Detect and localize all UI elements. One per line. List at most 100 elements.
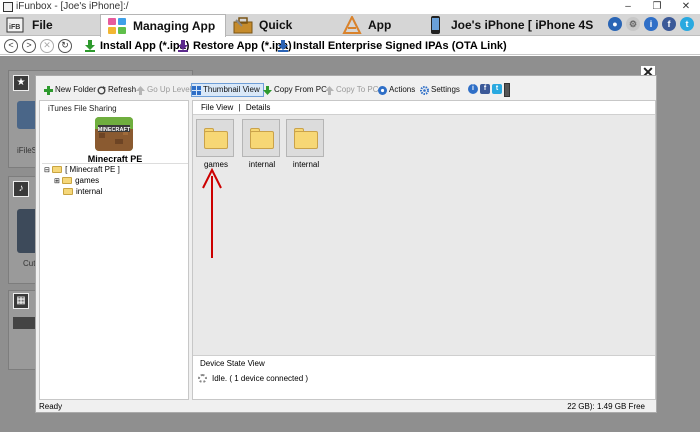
folder-tree: ⊟ [ Minecraft PE ] ⊞ games internal: [42, 163, 188, 197]
main-tab-bar: iFB File Browser Managing App Data Quick…: [0, 14, 700, 55]
tab-quick-toolbox[interactable]: Quick Toolbox: [227, 14, 335, 54]
folder-icon: [242, 119, 280, 157]
star-icon: ★: [13, 75, 29, 91]
actions-button[interactable]: Actions: [378, 84, 415, 96]
go-up-level-button[interactable]: Go Up Level: [136, 84, 191, 96]
thumbnail-grid: games internal internal: [193, 115, 655, 355]
dialog-toolbar: New Folder Refresh Go Up Level Thumbnail…: [36, 81, 656, 99]
tab-app-store[interactable]: App Store: [336, 14, 418, 54]
tab-file-browser[interactable]: iFB File Browser: [0, 14, 100, 54]
iphone-icon: [431, 16, 440, 34]
toolbox-icon: [233, 17, 253, 34]
copy-to-pc-button[interactable]: Copy To PC: [325, 84, 379, 96]
app-store-icon: [342, 16, 362, 34]
actions-icon: [378, 86, 387, 95]
forward-button[interactable]: >: [22, 39, 36, 53]
folder-item-games[interactable]: games: [196, 119, 236, 169]
folder-icon: [63, 188, 73, 196]
copy-to-pc-label: Copy To PC: [336, 85, 379, 94]
download-icon: [263, 86, 272, 95]
expand-icon[interactable]: ⊞: [54, 178, 60, 185]
dialog-twitter-icon[interactable]: t: [492, 84, 502, 94]
file-browser-icon: iFB: [6, 17, 24, 33]
folder-icon: [62, 177, 73, 185]
tree-item-internal[interactable]: internal: [42, 186, 188, 197]
tab-managing-app-data[interactable]: Managing App Data: [100, 14, 226, 55]
title-bar: iFunbox - [Joe's iPhone]:/ – ❐ ✕: [0, 0, 700, 14]
folder-icon: [196, 119, 234, 157]
new-folder-button[interactable]: New Folder: [44, 84, 96, 96]
minecraft-logo-icon: MINECRAFT: [95, 117, 133, 151]
install-enterprise-button[interactable]: Install Enterprise Signed IPAs (OTA Link…: [277, 39, 507, 53]
file-sharing-dialog: New Folder Refresh Go Up Level Thumbnail…: [35, 75, 657, 413]
back-button[interactable]: <: [4, 39, 18, 53]
view-separator: |: [238, 103, 241, 112]
thumbnail-view-button[interactable]: Thumbnail View: [191, 83, 264, 97]
folder-label: internal: [292, 160, 320, 169]
tree-item-root[interactable]: ⊟ [ Minecraft PE ]: [42, 164, 188, 175]
collapse-icon[interactable]: ⊟: [44, 167, 50, 174]
refresh-button[interactable]: Refresh: [97, 84, 136, 96]
folder-item-internal[interactable]: internal: [242, 119, 282, 169]
enterprise-icon: [278, 40, 288, 52]
file-sharing-title: iTunes File Sharing: [48, 104, 117, 113]
reload-button[interactable]: ↻: [58, 39, 72, 53]
go-up-label: Go Up Level: [147, 85, 192, 94]
up-arrow-icon: [136, 86, 145, 95]
tree-item-games[interactable]: ⊞ games: [42, 175, 188, 186]
status-ready: Ready: [39, 402, 63, 411]
tree-label: internal: [76, 187, 103, 196]
window-title: iFunbox - [Joe's iPhone]:/: [16, 1, 129, 12]
refresh-icon: [97, 86, 106, 95]
dialog-status-bar: Ready 22 GB): 1.49 GB Free: [39, 402, 653, 412]
bg-app-label: iFileS: [17, 146, 38, 155]
view-switch-bar: File View | Details: [193, 101, 655, 115]
settings-button[interactable]: Settings: [420, 84, 460, 96]
thumbnail-icon: [192, 86, 201, 95]
bg-app-label: Cut: [23, 259, 36, 268]
dialog-info-icon[interactable]: i: [468, 84, 478, 94]
download-green-icon: [85, 40, 95, 52]
thumbnail-label: Thumbnail View: [203, 85, 260, 94]
twitter-icon[interactable]: t: [680, 17, 694, 31]
minimize-button[interactable]: –: [614, 0, 642, 14]
app-list-pane: iTunes File Sharing MINECRAFT Minecraft …: [39, 100, 189, 400]
stop-button[interactable]: ✕: [40, 39, 54, 53]
music-icon: ♪: [13, 181, 29, 197]
globe-icon[interactable]: ●: [608, 17, 622, 31]
apps-icon: [108, 18, 126, 34]
install-enterprise-label: Install Enterprise Signed IPAs (OTA Link…: [293, 40, 507, 52]
folder-item-internal-2[interactable]: internal: [286, 119, 326, 169]
file-view-link[interactable]: File View: [201, 103, 233, 112]
overflow-handle[interactable]: [504, 83, 510, 97]
app-icon: [3, 2, 13, 12]
copy-from-pc-button[interactable]: Copy From PC: [263, 84, 327, 96]
folder-icon: [52, 166, 63, 174]
new-folder-label: New Folder: [55, 85, 96, 94]
actions-label: Actions: [389, 85, 416, 94]
folder-label: games: [203, 160, 228, 169]
settings-label: Settings: [431, 85, 460, 94]
minecraft-app-icon[interactable]: MINECRAFT: [95, 117, 133, 151]
install-app-button[interactable]: Install App (*.ipa): [84, 39, 189, 53]
device-status-text: Idle. ( 1 device connected ): [212, 374, 309, 383]
details-link[interactable]: Details: [246, 103, 270, 112]
refresh-label: Refresh: [108, 85, 137, 94]
folder-label: internal: [248, 160, 276, 169]
svg-text:MINECRAFT: MINECRAFT: [98, 127, 131, 133]
maximize-button[interactable]: ❐: [643, 0, 671, 14]
restore-app-button[interactable]: Restore App (*.ipa): [177, 39, 292, 53]
tab-device[interactable]: Joe's iPhone [ iPhone 4S ]: [419, 14, 597, 54]
status-free-space: 22 GB): 1.49 GB Free: [567, 402, 645, 411]
gear-icon[interactable]: ⚙: [626, 17, 640, 31]
folder-icon: [286, 119, 324, 157]
spinner-icon: [198, 374, 207, 383]
copy-from-pc-label: Copy From PC: [274, 85, 327, 94]
dialog-facebook-icon[interactable]: f: [480, 84, 490, 94]
facebook-icon[interactable]: f: [662, 17, 676, 31]
info-icon[interactable]: i: [644, 17, 658, 31]
tree-label: [ Minecraft PE ]: [65, 165, 120, 174]
device-state-view: Device State View Idle. ( 1 device conne…: [193, 355, 655, 399]
header-actions: ● ⚙ i f t: [604, 17, 694, 31]
close-window-button[interactable]: ✕: [672, 0, 700, 14]
